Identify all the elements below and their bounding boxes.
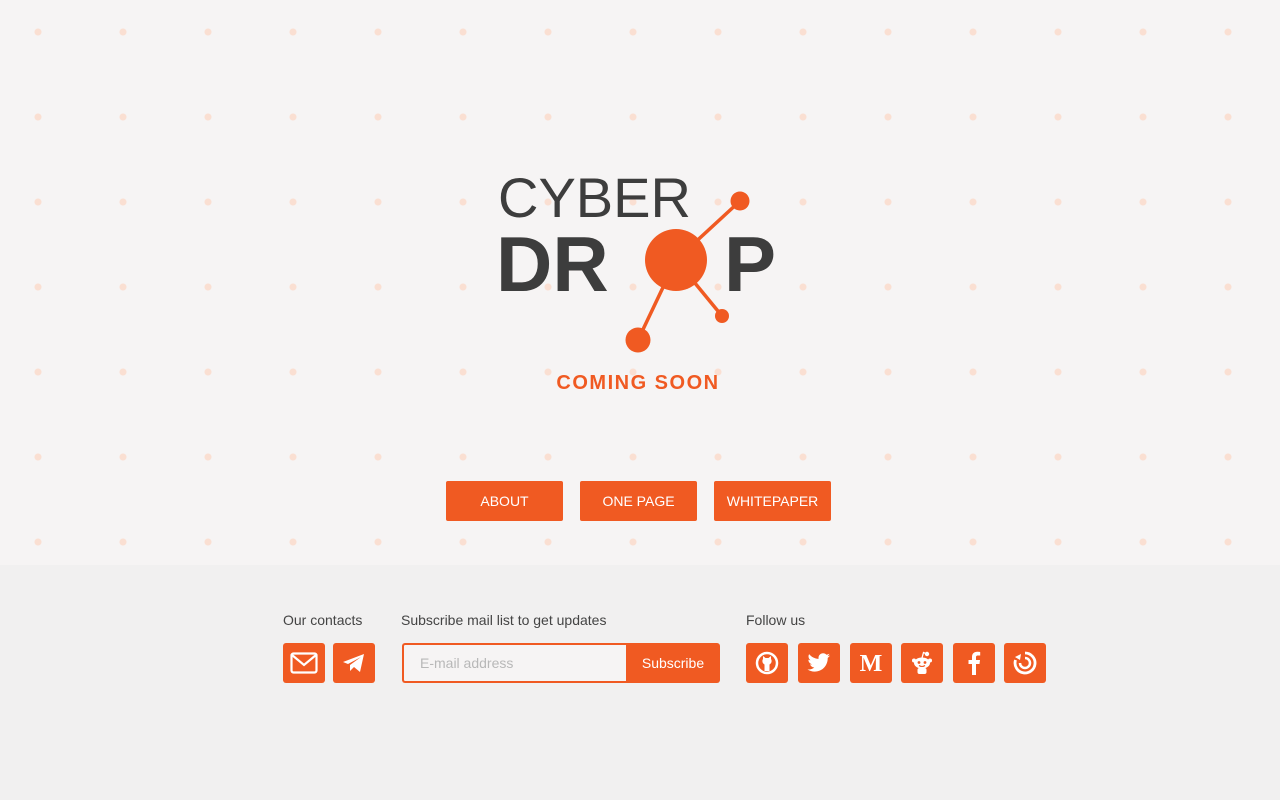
one-page-button[interactable]: ONE PAGE bbox=[580, 481, 697, 521]
whitepaper-button[interactable]: WHITEPAPER bbox=[714, 481, 831, 521]
about-button[interactable]: ABOUT bbox=[446, 481, 563, 521]
subscribe-button[interactable]: Subscribe bbox=[626, 643, 720, 683]
telegram-icon[interactable] bbox=[333, 643, 375, 683]
medium-icon[interactable]: M bbox=[850, 643, 892, 683]
cyberdrop-logo: CYBER DR P bbox=[490, 160, 790, 360]
contacts-label: Our contacts bbox=[283, 612, 363, 628]
follow-label: Follow us bbox=[746, 612, 806, 628]
facebook-icon[interactable] bbox=[953, 643, 995, 683]
github-icon[interactable] bbox=[746, 643, 788, 683]
nav-buttons: ABOUT ONE PAGE WHITEPAPER bbox=[0, 481, 1280, 521]
subscribe-label: Subscribe mail list to get updates bbox=[401, 612, 607, 628]
email-input[interactable] bbox=[402, 643, 626, 683]
logo-drop-right-text: P bbox=[724, 220, 776, 308]
bitcointalk-icon[interactable] bbox=[1004, 643, 1046, 683]
reddit-icon[interactable] bbox=[901, 643, 943, 683]
svg-text:M: M bbox=[860, 652, 883, 674]
footer: Our contacts Subscribe mail list to get … bbox=[0, 565, 1280, 800]
twitter-icon[interactable] bbox=[798, 643, 840, 683]
mail-icon[interactable] bbox=[283, 643, 325, 683]
logo-drop-left-text: DR bbox=[496, 220, 609, 308]
hero-section: CYBER DR P COMING SOON ABOUT ONE PAGE WH… bbox=[0, 0, 1280, 565]
coming-soon-text: COMING SOON bbox=[556, 372, 720, 394]
